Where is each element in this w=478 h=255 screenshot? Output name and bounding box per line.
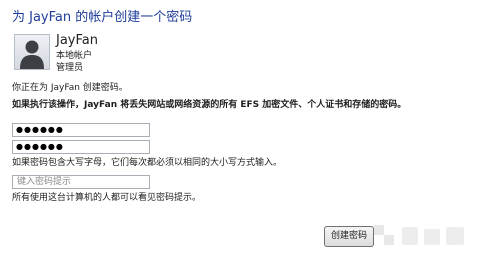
efs-warning-text: 如果执行该操作，JayFan 将丢失网站或网络资源的所有 EFS 加密文件、个人…	[12, 100, 407, 110]
account-name: JayFan	[56, 33, 98, 48]
password-hint-field[interactable]: 键入密码提示	[12, 175, 150, 189]
hint-visibility-note: 所有使用这台计算机的人都可以看见密码提示。	[12, 193, 202, 203]
new-password-field[interactable]: ●●●●●●	[12, 123, 150, 137]
dialog-title: 为 JayFan 的帐户创建一个密码	[12, 10, 193, 25]
account-type: 本地帐户	[56, 51, 93, 61]
watermark-logo-icon	[372, 221, 472, 251]
confirm-password-field[interactable]: ●●●●●●	[12, 140, 150, 154]
account-role: 管理员	[56, 63, 84, 73]
creating-password-text: 你正在为 JayFan 创建密码。	[12, 83, 128, 93]
case-sensitivity-note: 如果密码包含大写字母，它们每次都必须以相同的大小写方式输入。	[12, 158, 283, 168]
create-password-button[interactable]: 创建密码	[324, 226, 374, 247]
user-avatar-icon	[14, 34, 50, 70]
